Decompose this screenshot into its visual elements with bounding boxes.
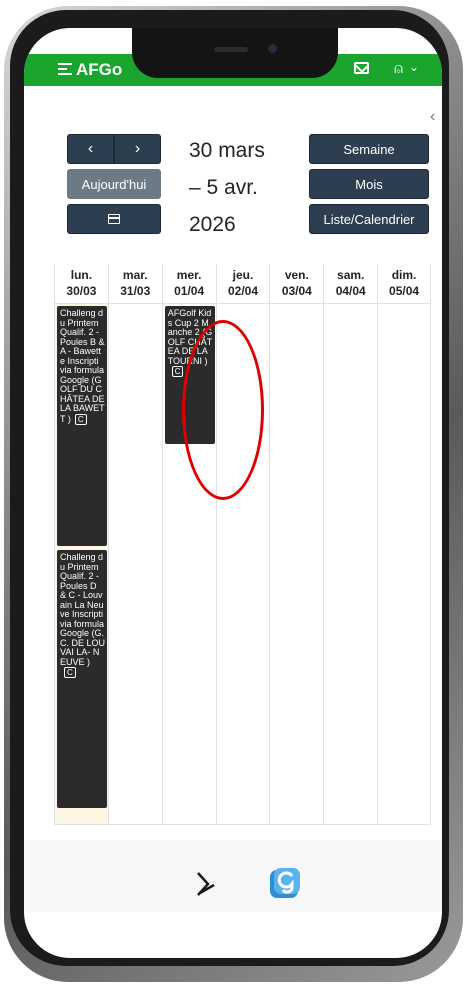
event-title: Challeng du Printem Qualif. 2 - Poules D… <box>60 552 106 667</box>
day-name: jeu. <box>232 268 254 282</box>
day-date: 03/04 <box>281 284 312 298</box>
day-name: mar. <box>122 268 148 282</box>
calendar-event[interactable]: Challeng du Printem Qualif. 2 - Poules B… <box>57 306 107 546</box>
day-header[interactable]: lun. 30/03 <box>55 264 108 304</box>
day-name: mer. <box>176 268 202 282</box>
chevron-left-icon[interactable]: ‹ <box>430 108 435 126</box>
today-button[interactable]: Aujourd'hui <box>67 169 161 199</box>
day-column-0[interactable]: lun. 30/03 Challeng du Printem Qualif. 2 -… <box>54 264 108 824</box>
day-header[interactable]: dim. 05/04 <box>378 264 430 304</box>
day-name: sam. <box>337 268 365 282</box>
day-column-5[interactable]: sam. 04/04 <box>323 264 378 824</box>
day-body[interactable] <box>324 304 377 824</box>
date-range-title-end: – 5 avr. <box>189 176 258 199</box>
highlight-circle <box>182 320 264 500</box>
prev-week-button[interactable]: ‹ <box>67 134 114 164</box>
week-view-button[interactable]: Semaine <box>309 134 429 164</box>
list-view-button[interactable]: Liste/Calendrier <box>309 204 429 234</box>
day-date: 05/04 <box>389 284 420 298</box>
phone-screen: AFGo ⍝ ⌄ ‹ ‹ › Aujourd'hui 30 mars – 5 a… <box>24 28 442 958</box>
day-body[interactable] <box>378 304 430 824</box>
date-picker-button[interactable] <box>67 204 161 234</box>
camera-icon <box>268 44 277 53</box>
event-badge: C <box>171 366 184 377</box>
calendar-event[interactable]: Challeng du Printem Qualif. 2 - Poules D… <box>57 550 107 808</box>
day-body[interactable] <box>109 304 162 824</box>
chevron-down-icon[interactable]: ⌄ <box>409 60 419 74</box>
day-header[interactable]: ven. 03/04 <box>270 264 324 304</box>
day-header[interactable]: sam. 04/04 <box>324 264 378 304</box>
day-body[interactable] <box>270 304 323 824</box>
mail-icon[interactable] <box>354 62 369 74</box>
day-name: dim. <box>391 268 417 282</box>
day-header[interactable]: mar. 31/03 <box>108 264 162 304</box>
day-date: 30/03 <box>66 284 97 298</box>
event-badge: C <box>74 413 87 425</box>
day-name: ven. <box>284 268 309 282</box>
grid-bottom-border <box>54 824 431 825</box>
event-title: Challeng du Printem Qualif. 2 - Poules B… <box>60 308 105 424</box>
calendar-icon <box>108 214 120 224</box>
day-header[interactable]: jeu. 02/04 <box>216 264 270 304</box>
day-date: 31/03 <box>120 284 151 298</box>
day-name: lun. <box>70 268 93 282</box>
partner-logo-icon[interactable] <box>194 870 218 900</box>
app-title[interactable]: AFGo <box>76 60 122 80</box>
date-range-title-start: 30 mars <box>189 139 265 162</box>
next-week-button[interactable]: › <box>114 134 161 164</box>
date-range-title-year: 2026 <box>189 213 236 236</box>
day-column-1[interactable]: mar. 31/03 <box>107 264 162 824</box>
speaker-grille <box>214 47 248 52</box>
hamburger-icon[interactable] <box>58 63 72 75</box>
month-view-button[interactable]: Mois <box>309 169 429 199</box>
day-column-4[interactable]: ven. 03/04 <box>269 264 324 824</box>
day-date: 02/04 <box>227 284 258 298</box>
golf-app-logo-icon[interactable] <box>268 866 302 900</box>
phone-notch <box>132 28 338 78</box>
footer <box>24 840 442 912</box>
day-header[interactable]: mer. 01/04 <box>162 264 216 304</box>
day-date: 01/04 <box>174 284 205 298</box>
day-date: 04/04 <box>335 284 366 298</box>
event-badge: C <box>64 667 76 678</box>
user-icon[interactable]: ⍝ <box>394 60 403 77</box>
day-column-6[interactable]: dim. 05/04 <box>377 264 431 824</box>
